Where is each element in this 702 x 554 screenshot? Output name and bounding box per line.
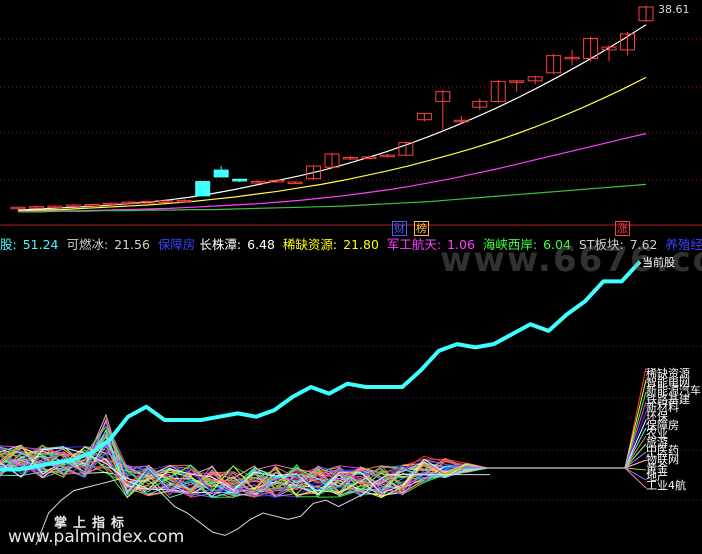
legend-name: 军工航天:: [386, 237, 442, 252]
event-tag: 涨: [615, 221, 630, 236]
legend-value: 21.80: [339, 237, 383, 252]
legend-item: 可燃冰: 21.56: [66, 237, 155, 252]
high-price-label: 38.61: [658, 3, 690, 16]
moving-average-lines: [17, 24, 647, 213]
legend-name: 长株潭:: [199, 237, 242, 252]
candle-body: [213, 169, 229, 178]
ma-line-ma2: [17, 76, 647, 212]
legend-name: 股:: [0, 237, 17, 252]
event-tag: 财: [392, 221, 407, 236]
candle-body: [195, 181, 211, 197]
ma-line-ma3: [18, 132, 647, 212]
ma-line-ma4: [18, 183, 647, 213]
legend-value: 21.56: [110, 237, 154, 252]
legend-item: 股: 51.24: [0, 237, 64, 252]
legend-item: 长株潭: 6.48: [199, 237, 281, 252]
watermark-site: www.palmindex.com: [8, 527, 185, 547]
legend-name: 稀缺资源:: [282, 237, 338, 252]
candlestick-series: [10, 5, 654, 210]
sector-label: 工业4航: [646, 478, 686, 492]
event-tag: 榜: [414, 221, 429, 236]
candle-body: [232, 178, 248, 182]
legend-item: 稀缺资源: 21.80: [283, 237, 385, 252]
legend-value: 51.24: [18, 237, 63, 252]
legend-name: 保障房: [157, 237, 196, 252]
current-stock-label: 当前股: [642, 256, 675, 269]
legend-name: 可燃冰:: [66, 237, 109, 252]
legend-item: 保障房: [158, 237, 198, 252]
legend-value: 6.48: [243, 237, 279, 252]
